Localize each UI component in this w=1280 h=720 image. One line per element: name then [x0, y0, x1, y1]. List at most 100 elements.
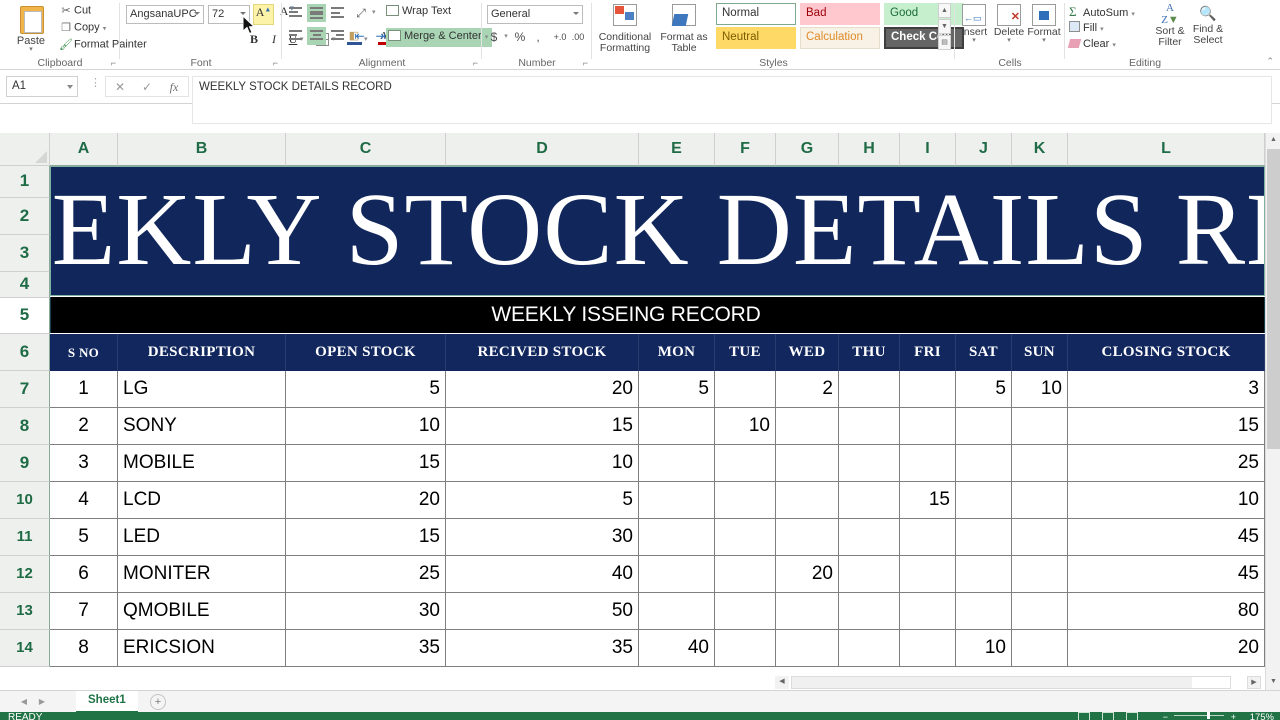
cell-style-bad[interactable]: Bad	[800, 3, 880, 25]
column-header-A[interactable]: A	[50, 133, 118, 166]
cell-style-calculation[interactable]: Calculation	[800, 27, 880, 49]
currency-format-button[interactable]: $	[487, 28, 501, 46]
cell[interactable]: 10	[715, 408, 776, 445]
cell[interactable]: 8	[50, 630, 118, 667]
cell[interactable]	[715, 482, 776, 519]
fill-button[interactable]: Fill ▾	[1069, 21, 1104, 34]
font-name-input[interactable]: AngsanaUPC	[126, 5, 204, 24]
vertical-scroll-thumb[interactable]	[1267, 149, 1280, 449]
row-header-4[interactable]: 4	[0, 272, 50, 298]
conditional-formatting-button[interactable]: Conditional Formatting	[596, 2, 654, 54]
row-header-12[interactable]: 12	[0, 556, 50, 593]
collapse-ribbon-button[interactable]: ⌃	[1266, 56, 1274, 67]
cell-style-good[interactable]: Good	[884, 3, 964, 25]
previous-sheet-button[interactable]: ◀	[16, 695, 32, 709]
scroll-up-button[interactable]: ▲	[1266, 133, 1280, 148]
cell[interactable]: 1	[50, 371, 118, 408]
table-column-header[interactable]: FRI	[900, 334, 956, 371]
orientation-button[interactable]: ⤢	[350, 4, 372, 22]
cell[interactable]: 40	[446, 556, 639, 593]
cell[interactable]	[715, 630, 776, 667]
number-dialog-launcher[interactable]: ⌐	[583, 58, 588, 68]
cell[interactable]	[956, 408, 1012, 445]
cell[interactable]	[839, 519, 900, 556]
zoom-slider-track[interactable]	[1174, 715, 1224, 716]
cell[interactable]: MOBILE	[118, 445, 286, 482]
increase-font-size-button[interactable]: A▲	[253, 4, 274, 25]
cell[interactable]	[900, 408, 956, 445]
row-header-5[interactable]: 5	[0, 298, 50, 334]
cell[interactable]: 3	[1068, 371, 1265, 408]
sheet-tab-sheet1[interactable]: Sheet1	[76, 691, 138, 713]
cell[interactable]	[900, 630, 956, 667]
cell[interactable]	[900, 593, 956, 630]
cell[interactable]	[715, 445, 776, 482]
cell[interactable]: LCD	[118, 482, 286, 519]
cell-style-normal[interactable]: Normal	[716, 3, 796, 25]
cell[interactable]: 5	[446, 482, 639, 519]
table-column-header[interactable]: SUN	[1012, 334, 1068, 371]
table-column-header[interactable]: RECIVED STOCK	[446, 334, 639, 371]
copy-dropdown-caret[interactable]: ▾	[103, 25, 107, 32]
row-header-13[interactable]: 13	[0, 593, 50, 630]
bold-button[interactable]: B	[244, 30, 264, 49]
cell[interactable]: 10	[956, 630, 1012, 667]
column-header-J[interactable]: J	[956, 133, 1012, 166]
column-header-K[interactable]: K	[1012, 133, 1068, 166]
chevron-down-icon[interactable]	[240, 12, 246, 15]
enter-formula-button[interactable]: ✓	[134, 79, 160, 96]
cell[interactable]	[956, 556, 1012, 593]
cell[interactable]	[715, 519, 776, 556]
cell[interactable]	[1012, 630, 1068, 667]
cell[interactable]: 10	[1068, 482, 1265, 519]
column-header-D[interactable]: D	[446, 133, 639, 166]
cell[interactable]	[776, 519, 839, 556]
wrap-text-button[interactable]: Wrap Text	[386, 5, 451, 22]
chevron-down-icon[interactable]	[573, 12, 579, 15]
next-sheet-button[interactable]: ▶	[34, 695, 50, 709]
cell[interactable]: ERICSION	[118, 630, 286, 667]
cell[interactable]: 15	[286, 445, 446, 482]
cell[interactable]: 30	[286, 593, 446, 630]
cell[interactable]	[839, 556, 900, 593]
cell[interactable]: 15	[286, 519, 446, 556]
cell[interactable]: LED	[118, 519, 286, 556]
title-banner-cell[interactable]: WEEKLY STOCK DETAILS RECORD	[50, 166, 1265, 296]
orientation-dropdown-caret[interactable]: ▾	[372, 4, 376, 22]
cell[interactable]: 10	[286, 408, 446, 445]
cell[interactable]	[956, 445, 1012, 482]
column-header-L[interactable]: L	[1068, 133, 1265, 166]
column-header-I[interactable]: I	[900, 133, 956, 166]
clipboard-dialog-launcher[interactable]: ⌐	[111, 58, 116, 68]
delete-cells-button[interactable]: ✕ Delete ▾	[992, 2, 1026, 44]
row-header-11[interactable]: 11	[0, 519, 50, 556]
chevron-down-icon[interactable]	[67, 85, 73, 89]
clear-dropdown-caret[interactable]: ▾	[1112, 42, 1116, 49]
cell[interactable]: 80	[1068, 593, 1265, 630]
issue-banner-cell[interactable]: WEEKLY ISSEING RECORD	[50, 297, 1265, 333]
align-middle-button[interactable]	[307, 4, 326, 22]
currency-dropdown-caret[interactable]: ▾	[502, 28, 510, 46]
cell[interactable]	[1012, 408, 1068, 445]
cell[interactable]: MONITER	[118, 556, 286, 593]
align-right-button[interactable]	[328, 27, 347, 45]
cell[interactable]: 20	[446, 371, 639, 408]
format-cells-button[interactable]: Format ▾	[1027, 2, 1061, 44]
scroll-left-button[interactable]: ◀	[775, 676, 789, 689]
horizontal-scroll-thumb[interactable]	[792, 677, 1192, 688]
table-column-header[interactable]: WED	[776, 334, 839, 371]
cell[interactable]: 35	[286, 630, 446, 667]
cell[interactable]	[1012, 556, 1068, 593]
normal-view-button[interactable]	[1078, 712, 1094, 720]
cell[interactable]: 30	[446, 519, 639, 556]
cell[interactable]	[956, 593, 1012, 630]
row-header-3[interactable]: 3	[0, 235, 50, 272]
align-bottom-button[interactable]	[328, 4, 347, 22]
column-header-C[interactable]: C	[286, 133, 446, 166]
cell[interactable]	[900, 519, 956, 556]
cell[interactable]	[639, 445, 715, 482]
cell[interactable]	[839, 482, 900, 519]
cell[interactable]	[1012, 482, 1068, 519]
fill-dropdown-caret[interactable]: ▾	[1100, 26, 1104, 33]
cell[interactable]: 20	[286, 482, 446, 519]
